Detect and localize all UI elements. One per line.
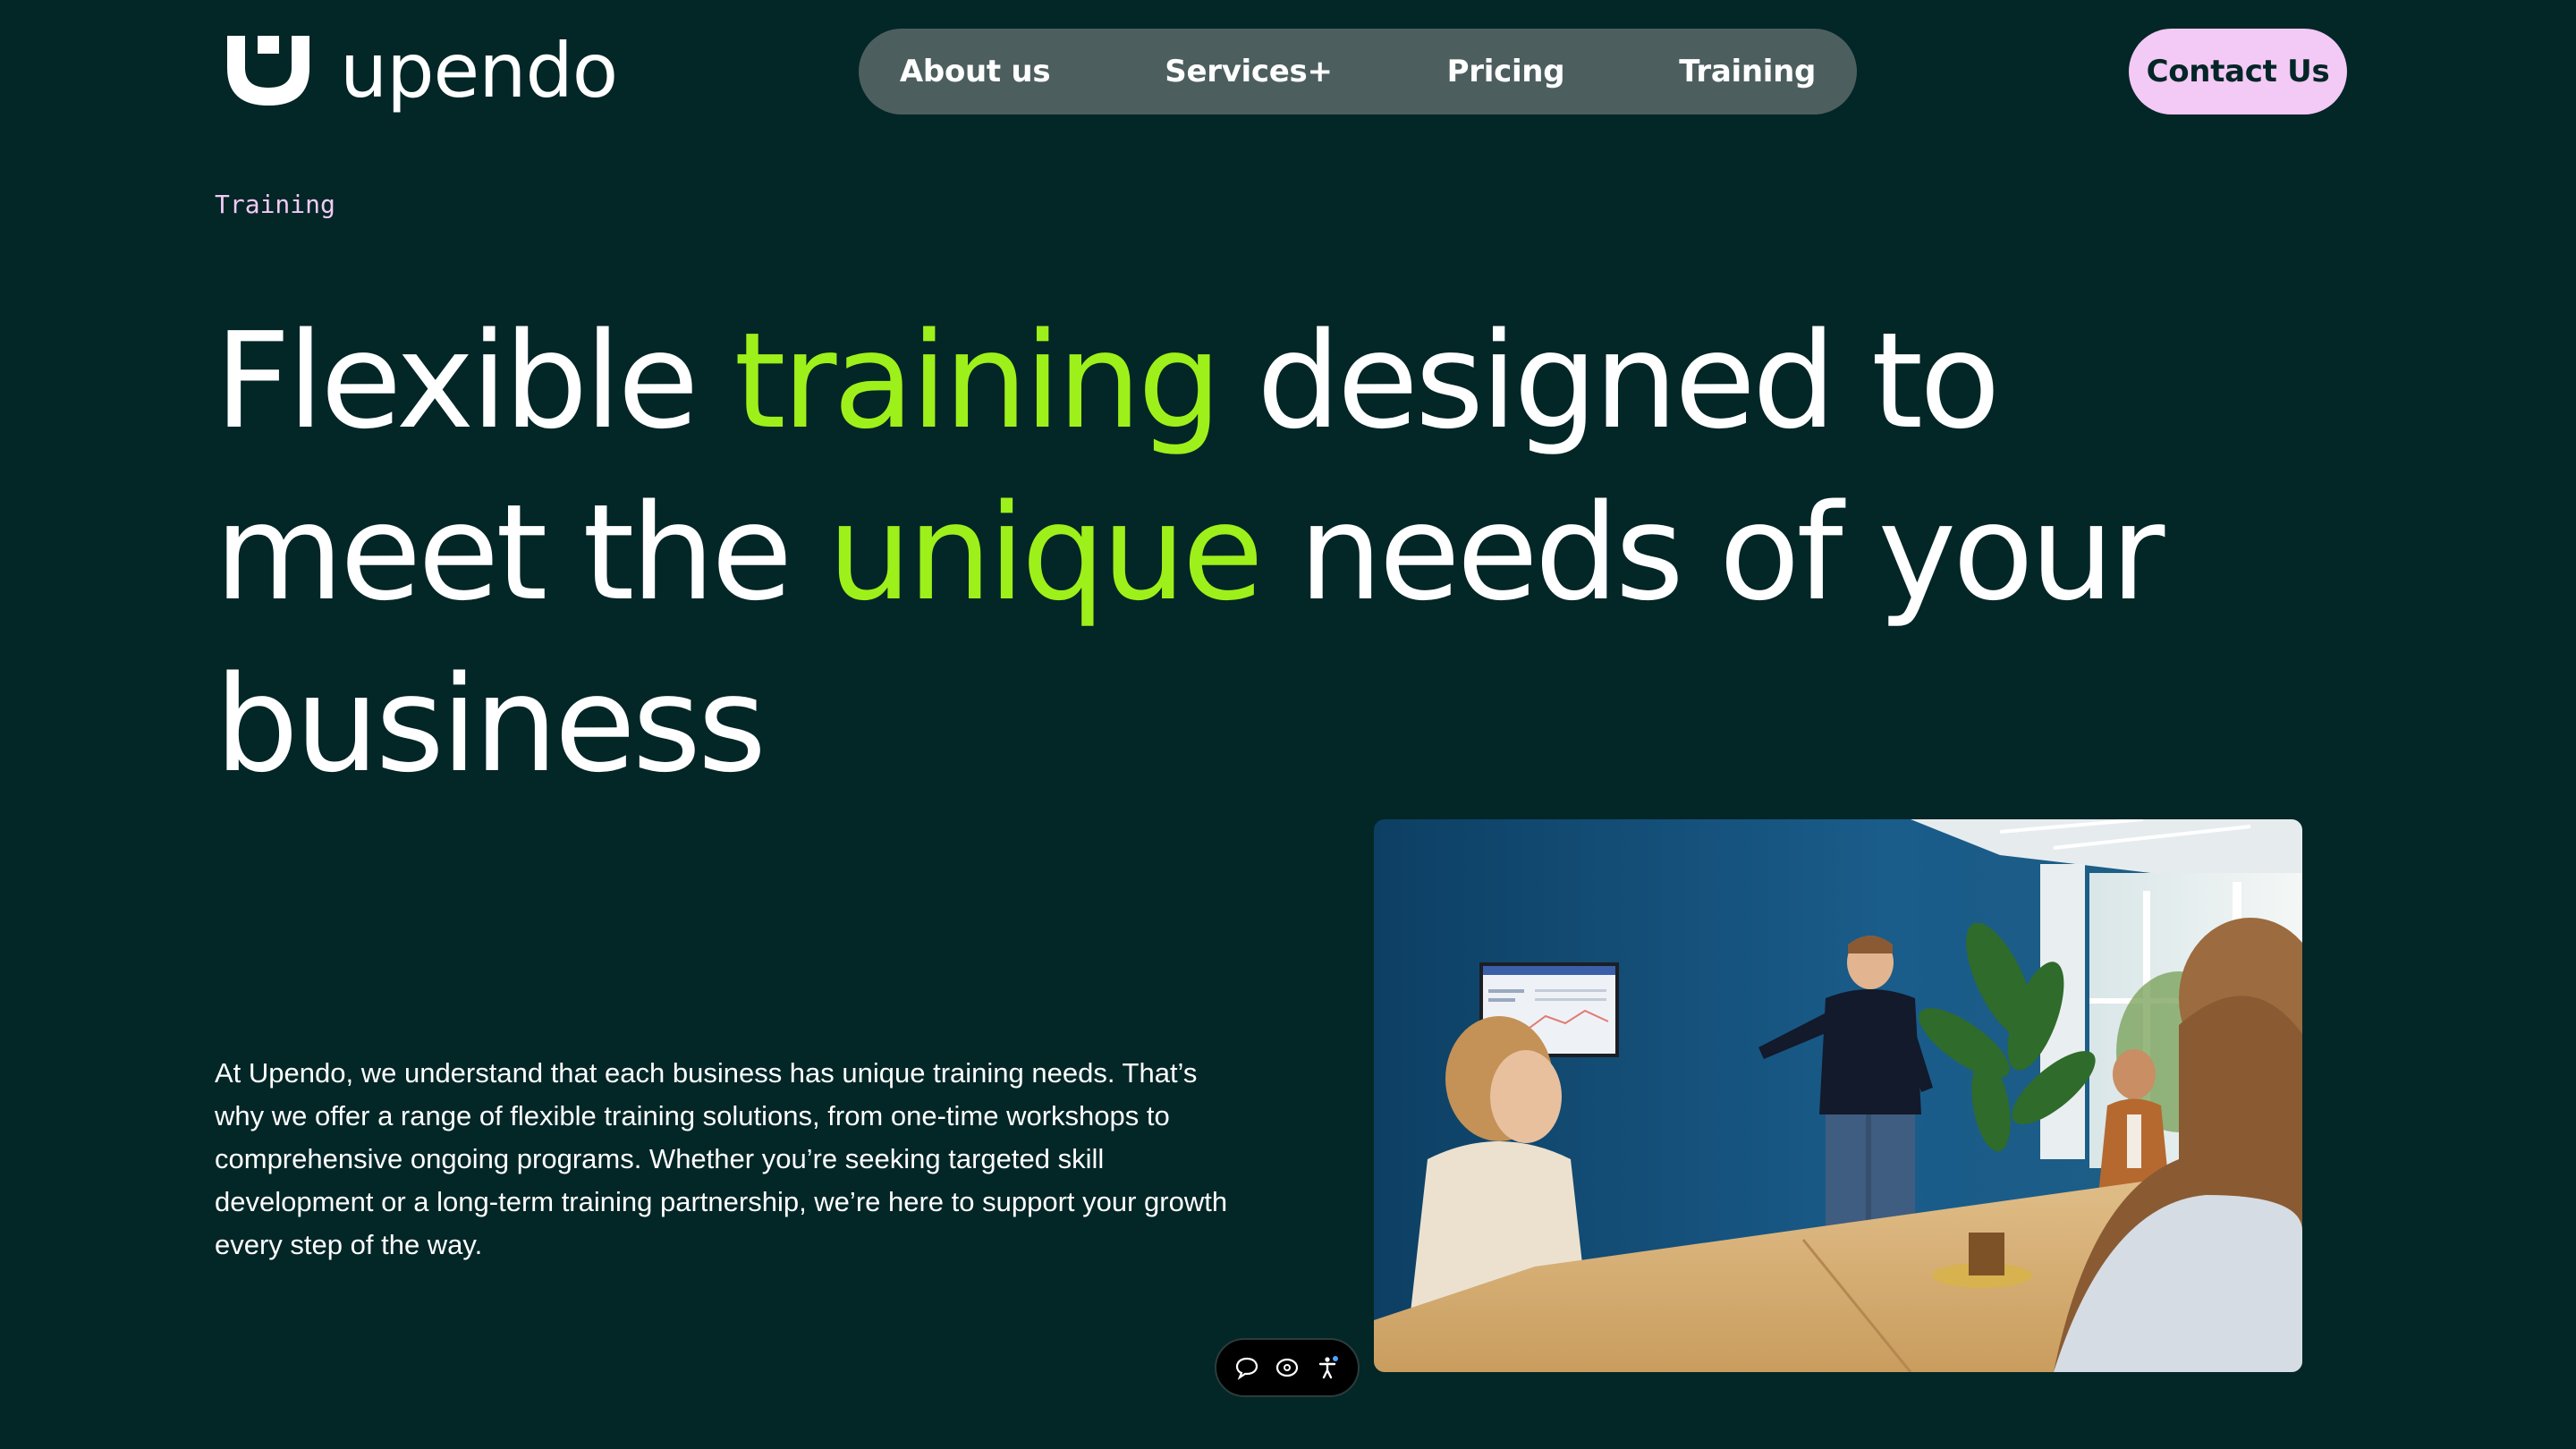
nav-item-about-us[interactable]: About us <box>843 54 1107 89</box>
training-meeting-image <box>1374 819 2302 1372</box>
page: upendo About us Services+ Pricing Traini… <box>0 0 2576 1449</box>
hero-description: At Upendo, we understand that each busin… <box>215 1057 1228 1260</box>
main-nav: About us Services+ Pricing Training <box>859 29 1857 114</box>
accessibility-widget <box>1215 1338 1360 1397</box>
cookie-icon[interactable] <box>1274 1354 1301 1381</box>
contact-us-button[interactable]: Contact Us <box>2129 29 2347 114</box>
section-eyebrow: Training <box>215 190 335 219</box>
nav-item-training[interactable]: Training <box>1622 54 1873 89</box>
headline-highlight-training: training <box>733 304 1222 458</box>
upendo-logo-icon <box>227 36 309 106</box>
chat-icon-glyph <box>1236 1357 1258 1380</box>
headline-text-1: Flexible <box>215 304 734 458</box>
accessibility-icon[interactable] <box>1314 1354 1341 1381</box>
chat-icon[interactable] <box>1233 1354 1260 1381</box>
brand-logo[interactable]: upendo <box>227 27 618 114</box>
cookie-icon-glyph <box>1275 1358 1299 1377</box>
nav-item-pricing[interactable]: Pricing <box>1390 54 1623 89</box>
training-photo <box>1374 819 2302 1372</box>
accessibility-icon-glyph <box>1318 1356 1338 1379</box>
hero-headline: Flexible training designed to meet the u… <box>215 295 2272 810</box>
nav-item-services[interactable]: Services+ <box>1107 54 1389 89</box>
brand-name: upendo <box>340 27 618 114</box>
headline-highlight-unique: unique <box>827 476 1264 630</box>
